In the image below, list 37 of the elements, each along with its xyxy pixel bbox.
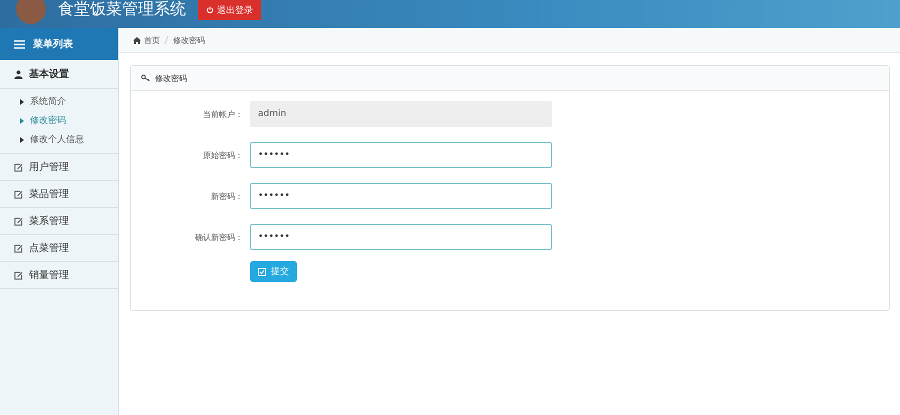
edit-icon: [14, 216, 23, 226]
sidebar-group-item[interactable]: 菜系管理: [0, 208, 118, 235]
sidebar-group-item[interactable]: 点菜管理: [0, 235, 118, 262]
sidebar-group-item[interactable]: 销量管理: [0, 262, 118, 289]
breadcrumb-current: 修改密码: [173, 34, 205, 46]
app-title: 食堂饭菜管理系统: [58, 0, 186, 20]
sidebar-group-item[interactable]: 菜品管理: [0, 181, 118, 208]
sidebar-group-item[interactable]: 基本设置: [0, 60, 118, 89]
home-icon: [133, 36, 141, 44]
breadcrumb-link[interactable]: 首页: [133, 34, 160, 46]
power-icon: [206, 6, 214, 14]
input-field[interactable]: ••••••: [250, 224, 552, 250]
menu-title: 菜单列表: [33, 38, 73, 51]
field-label: 原始密码：: [202, 150, 244, 160]
user-icon: [14, 70, 23, 78]
field-label: 当前帐户：: [202, 108, 244, 120]
sidebar-item[interactable]: 修改密码: [0, 111, 118, 130]
edit-icon: [14, 270, 23, 280]
sidebar-item[interactable]: 系统简介: [0, 92, 118, 111]
input-field[interactable]: ••••••: [250, 142, 552, 168]
edit-icon: [14, 190, 23, 198]
input-field[interactable]: ••••••: [250, 183, 552, 209]
checkbox-icon: [258, 268, 266, 276]
key-icon: [141, 74, 151, 82]
edit-icon: [14, 244, 23, 252]
avatar: [16, 0, 46, 24]
list-icon: [14, 40, 25, 48]
field-label: 确认新密码：: [194, 232, 244, 242]
sidebar-item[interactable]: 修改个人信息: [0, 130, 118, 149]
panel-title: 修改密码: [155, 72, 187, 84]
sidebar-group-item[interactable]: 用户管理: [0, 154, 118, 181]
field-label: 新密码：: [210, 190, 244, 202]
caret-icon: [20, 136, 24, 142]
edit-icon: [14, 162, 23, 172]
logout-button[interactable]: 退出登录: [198, 0, 261, 20]
caret-icon: [20, 118, 24, 124]
caret-icon: [20, 98, 24, 104]
